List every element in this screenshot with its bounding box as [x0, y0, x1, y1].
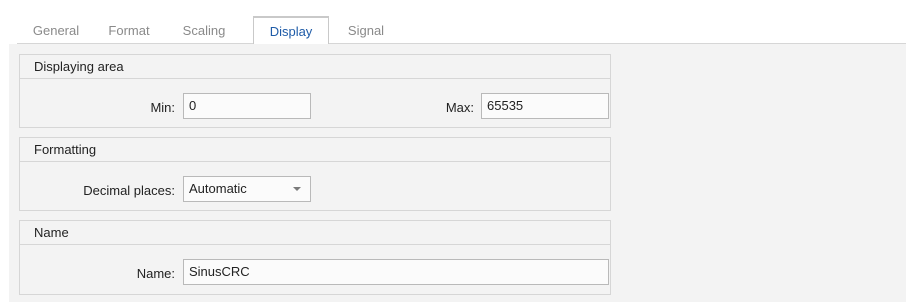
formatting-group: Formatting Decimal places: Automatic	[19, 137, 611, 211]
formatting-title: Formatting	[20, 138, 610, 162]
max-input[interactable]: 65535	[481, 93, 609, 119]
tab-general[interactable]: General	[20, 19, 92, 43]
name-input[interactable]: SinusCRC	[183, 259, 609, 285]
tab-display[interactable]: Display	[253, 16, 329, 45]
displaying-area-title: Displaying area	[20, 55, 610, 79]
min-label: Min:	[150, 100, 175, 115]
tab-format[interactable]: Format	[93, 19, 165, 43]
display-tab-panel: Displaying area Min: 0 Max: 65535 Format…	[9, 44, 906, 302]
min-input[interactable]: 0	[183, 93, 311, 119]
tab-scaling[interactable]: Scaling	[168, 19, 240, 43]
tab-bar: General Format Scaling Display Signal	[17, 13, 906, 45]
decimal-places-select[interactable]: Automatic	[183, 176, 311, 202]
tab-signal[interactable]: Signal	[331, 19, 401, 43]
chevron-down-icon[interactable]	[293, 187, 301, 191]
max-label: Max:	[445, 100, 474, 115]
name-group: Name Name: SinusCRC	[19, 220, 611, 295]
decimal-places-value: Automatic	[189, 181, 247, 196]
name-group-title: Name	[20, 221, 610, 245]
name-label: Name:	[136, 266, 175, 281]
displaying-area-group: Displaying area Min: 0 Max: 65535	[19, 54, 611, 128]
decimal-places-label: Decimal places:	[83, 183, 175, 198]
